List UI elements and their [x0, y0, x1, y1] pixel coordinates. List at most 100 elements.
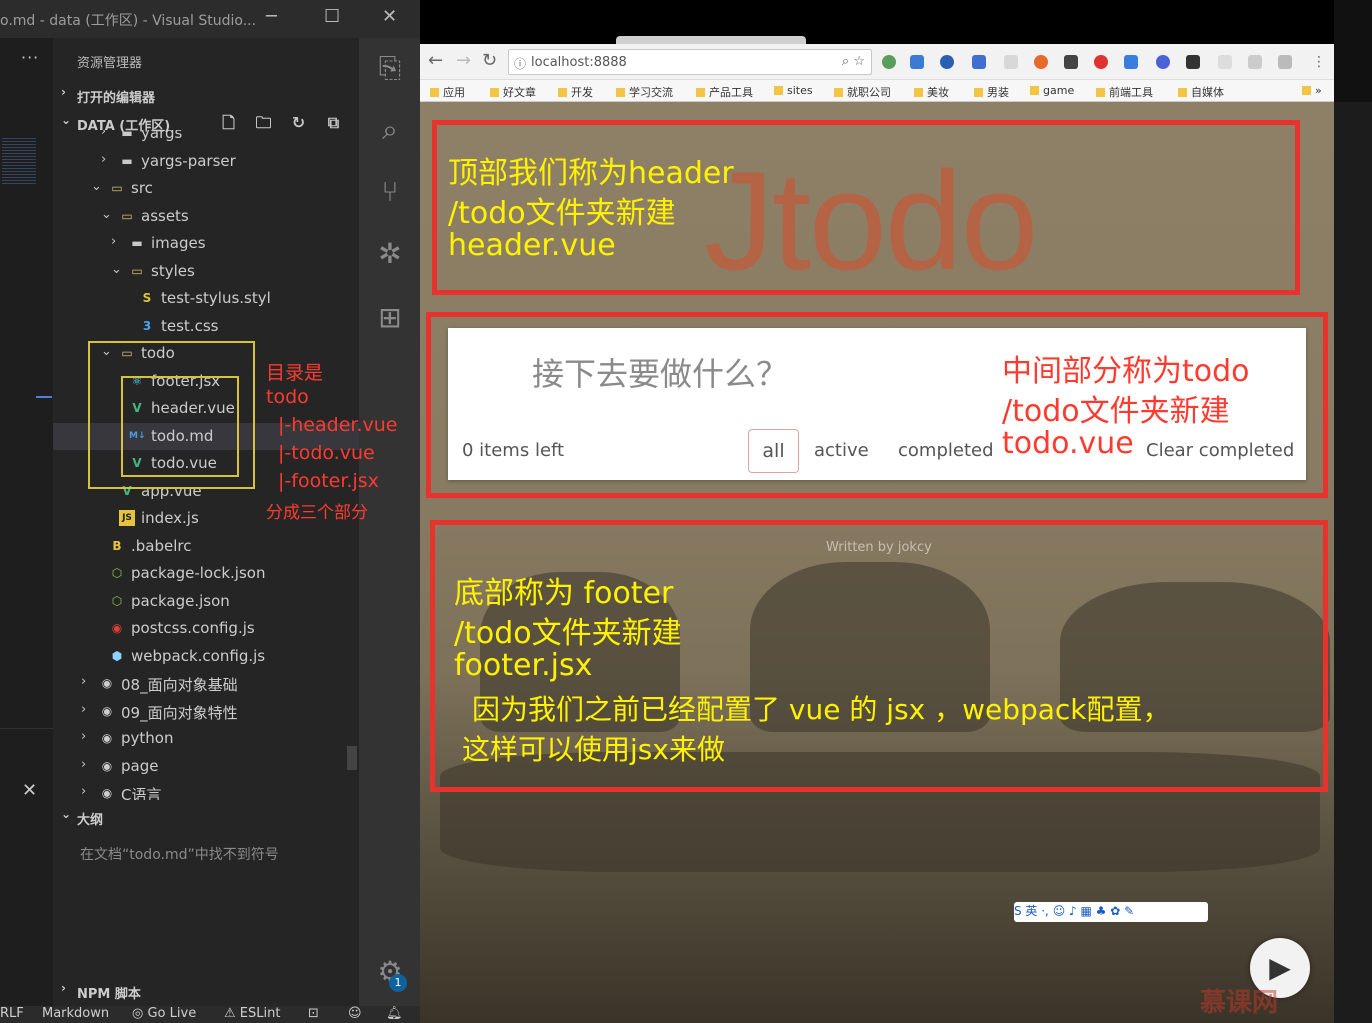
maximize-icon[interactable]: ☐ [324, 6, 340, 27]
menu-icon[interactable]: ⋮ [1312, 54, 1326, 70]
filter-all-button[interactable]: all [748, 429, 799, 473]
bookmark-item[interactable]: 产品工具 [696, 84, 753, 100]
tree-item-label: python [121, 729, 174, 747]
header-note-line2: /todo文件夹新建 [448, 196, 676, 231]
language-mode[interactable]: Markdown [42, 1006, 109, 1021]
extension-icon[interactable] [1004, 55, 1018, 69]
tree-item[interactable]: ⌄ ▭ assets [53, 203, 359, 230]
filter-completed-button[interactable]: completed [898, 440, 994, 461]
tree-item[interactable]: Stest-stylus.styl [53, 285, 359, 312]
extension-icon[interactable] [972, 55, 986, 69]
tree-item[interactable]: › ◉ 08_面向对象基础 [53, 670, 359, 697]
tree-item[interactable]: 3 test.css [53, 313, 359, 340]
extension-icon[interactable] [910, 55, 924, 69]
forward-icon[interactable]: → [456, 50, 471, 71]
zoom-star-icons[interactable]: ⌕ ☆ [842, 54, 865, 69]
tree-item-label: package.json [131, 592, 230, 610]
bookmark-item[interactable]: 前端工具 [1096, 84, 1153, 100]
tree-item[interactable]: ⬡ package-lock.json [53, 560, 359, 587]
go-live-button[interactable]: ◎ Go Live [132, 1006, 196, 1021]
eol-indicator[interactable]: RLF [0, 1006, 24, 1021]
eslint-status[interactable]: ⚠ ESLint [224, 1006, 280, 1021]
bookmark-item[interactable]: 男装 [974, 84, 1009, 100]
more-actions-icon[interactable]: ··· [21, 48, 39, 67]
extension-icon[interactable] [940, 55, 954, 69]
tree-item[interactable]: › ▬ images [53, 230, 359, 257]
items-left-count: 0 items left [462, 440, 565, 461]
ime-toolbar[interactable]: S 英 ·, ☺ ♪ ▦ ♣ ✿ ✎ [1014, 902, 1208, 922]
title-bar: o.md - data (工作区) - Visual Studio... ─ ☐… [0, 0, 420, 38]
header-note-line1: 顶部我们称为header [448, 156, 734, 191]
extension-icon[interactable] [1156, 55, 1170, 69]
feedback-icon[interactable]: ☺ [348, 1006, 362, 1021]
tree-item-label: yargs [141, 130, 183, 142]
extensions-icon[interactable]: ⊞ [372, 300, 408, 336]
close-panel-icon[interactable]: ✕ [22, 780, 37, 801]
tree-item-label: assets [141, 207, 189, 225]
opera-icon[interactable] [1094, 55, 1108, 69]
back-icon[interactable]: ← [428, 50, 443, 71]
bookmark-item[interactable]: 开发 [558, 84, 593, 100]
extension-icon[interactable] [1248, 55, 1262, 69]
debug-icon[interactable]: ✲ [372, 236, 408, 272]
tree-item[interactable]: ⬡ package.json [53, 588, 359, 615]
source-control-icon[interactable]: ⑂ [372, 174, 408, 210]
bookmark-item[interactable]: sites [774, 84, 813, 97]
tree-item-label: C语言 [121, 786, 162, 800]
bookmark-item[interactable]: 美妆 [914, 84, 949, 100]
bookmark-item[interactable]: 就职公司 [834, 84, 891, 100]
bookmarks-overflow[interactable]: » [1302, 84, 1322, 97]
minimize-icon[interactable]: ─ [266, 6, 277, 27]
tree-item-label: .babelrc [131, 537, 192, 555]
tree-item-label: package-lock.json [131, 564, 266, 582]
tree-item[interactable]: › ◉ python [53, 725, 359, 752]
extension-icon[interactable] [1124, 55, 1138, 69]
qr-icon[interactable] [1064, 55, 1078, 69]
tree-item[interactable]: ⌄ ▭ src [53, 175, 359, 202]
explorer-icon[interactable]: ⎘ [372, 50, 408, 86]
outline-section[interactable]: ⌄ 大纲 [53, 804, 359, 830]
filter-active-button[interactable]: active [814, 440, 869, 461]
tree-item[interactable]: › ▬ yargs-parser [53, 148, 359, 175]
bookmark-item[interactable]: 应用 [430, 84, 465, 100]
tree-item[interactable]: › ◉ 09_面向对象特性 [53, 698, 359, 725]
close-icon[interactable]: ✕ [382, 6, 397, 27]
activity-bar: ⎘ ⌕ ⑂ ✲ ⊞ ⚙ 1 [359, 38, 420, 1006]
sidebar-scrollbar[interactable] [347, 746, 357, 770]
chevron-down-icon: ⌄ [101, 207, 112, 222]
terminal-icon[interactable]: ⊡ [308, 1006, 319, 1021]
bookmark-item[interactable]: 自媒体 [1178, 84, 1224, 100]
tree-item[interactable]: › ▬ yargs [53, 130, 359, 147]
webpack-icon: ⬢ [111, 649, 123, 663]
postcss-icon: ◉ [111, 621, 123, 635]
tree-item[interactable]: ⬢ webpack.config.js [53, 643, 359, 670]
explorer-title: 资源管理器 [77, 56, 143, 71]
tree-item-label: src [131, 179, 153, 197]
tree-item[interactable]: › ◉ C语言 [53, 780, 359, 800]
chevron-right-icon: › [81, 729, 87, 744]
tree-item[interactable]: ◉ postcss.config.js [53, 615, 359, 642]
shield-icon[interactable] [1278, 55, 1292, 69]
browser-tab[interactable] [616, 36, 806, 44]
header-note-line3: header.vue [448, 228, 616, 263]
tree-item[interactable]: ⌄ ▭ styles [53, 258, 359, 285]
extension-icon[interactable] [882, 55, 896, 69]
bookmark-item[interactable]: game [1030, 84, 1074, 97]
tree-item-label: postcss.config.js [131, 619, 255, 637]
open-editors-section[interactable]: › 打开的编辑器 [53, 82, 359, 108]
npm-scripts-section[interactable]: › NPM 脚本 [53, 978, 359, 1004]
chevron-right-icon: › [61, 85, 66, 99]
bell-icon[interactable]: 🔔︎ [386, 1006, 403, 1021]
bookmark-item[interactable]: 好文章 [490, 84, 536, 100]
annotation-dir-label: 目录是 [266, 362, 324, 384]
search-icon[interactable]: ⌕ [372, 112, 408, 148]
extension-icon[interactable] [1218, 55, 1232, 69]
extension-icon[interactable] [1034, 55, 1048, 69]
pocket-icon[interactable] [1186, 55, 1200, 69]
reload-icon[interactable]: ↻ [482, 50, 497, 71]
tree-item[interactable]: B .babelrc [53, 533, 359, 560]
address-bar[interactable]: ⓘ localhost:8888 ⌕ ☆ [508, 49, 872, 75]
tree-item[interactable]: › ◉ page [53, 753, 359, 780]
bookmark-item[interactable]: 学习交流 [616, 84, 673, 100]
clear-completed-button[interactable]: Clear completed [1146, 440, 1294, 461]
